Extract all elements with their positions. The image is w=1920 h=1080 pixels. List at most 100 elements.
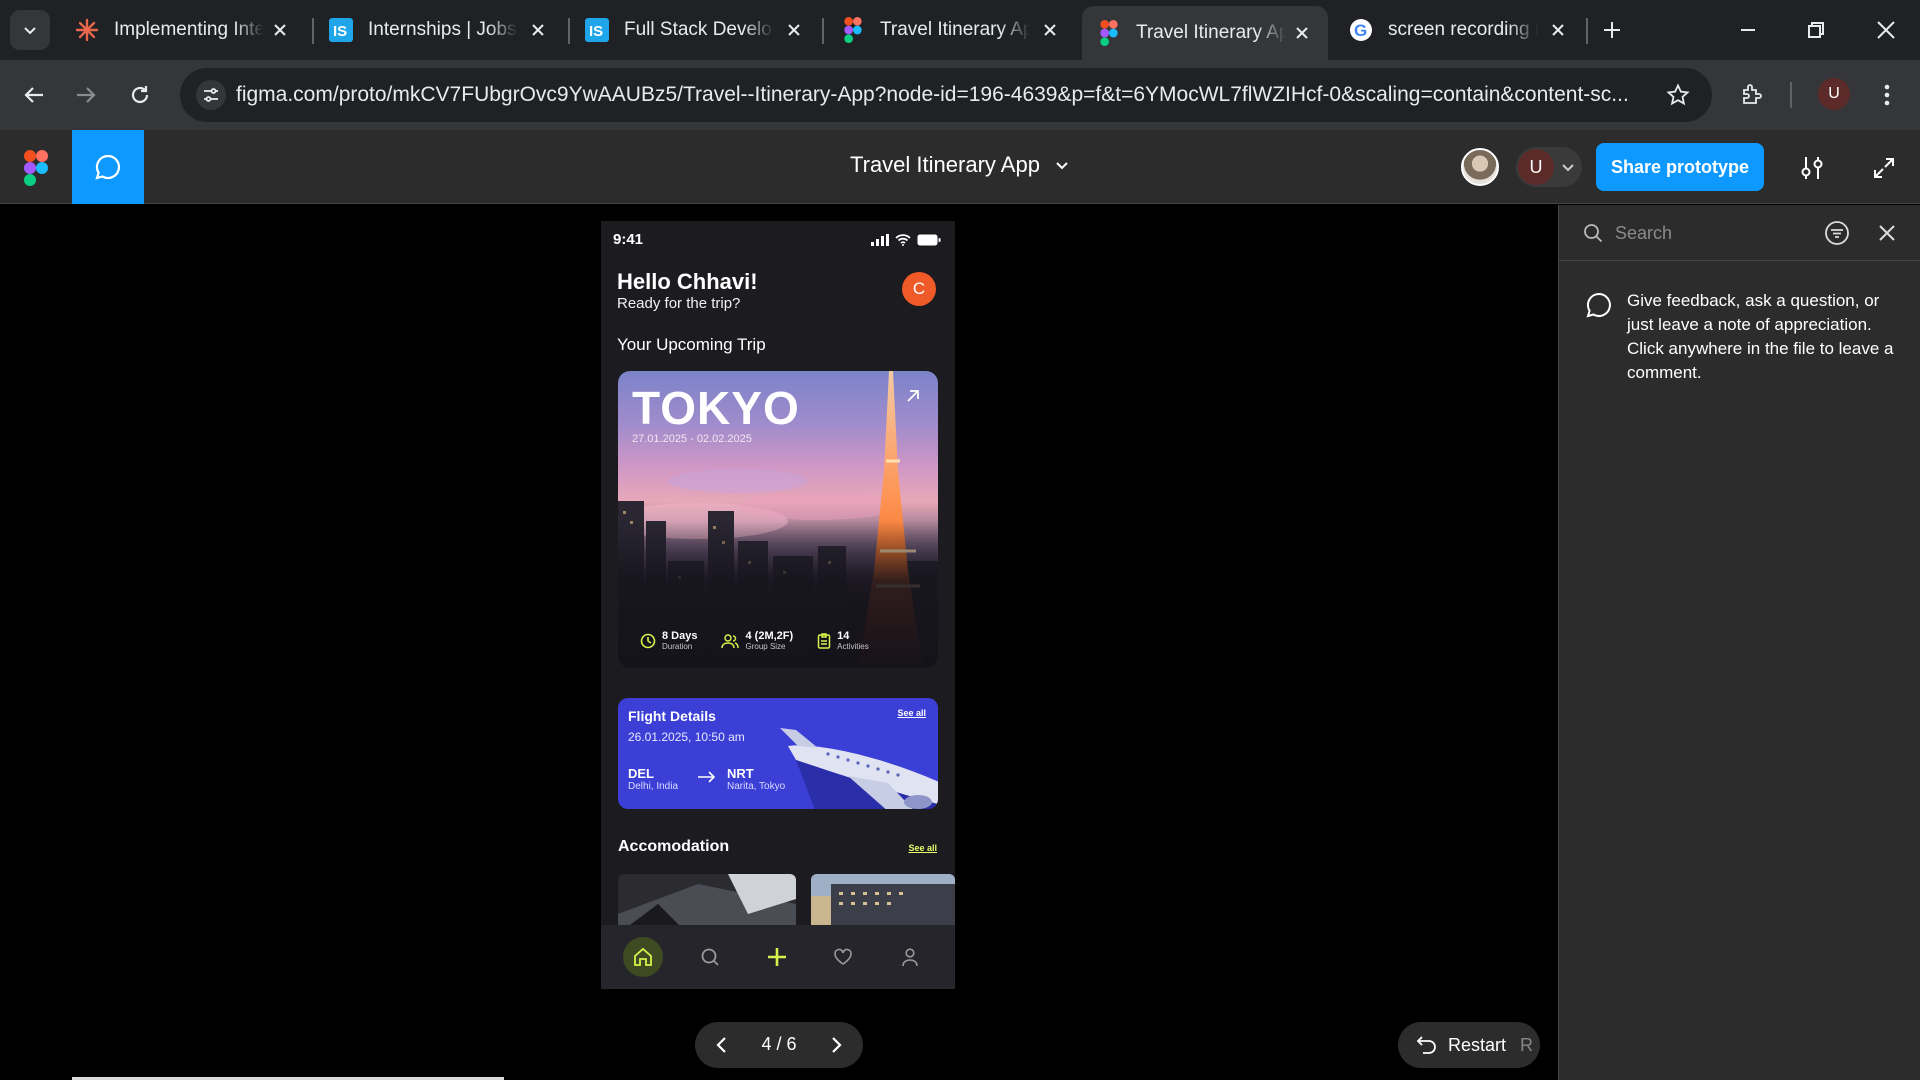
restore-button[interactable]	[1792, 10, 1840, 50]
wifi-icon	[895, 234, 911, 246]
filter-comments-icon[interactable]	[1821, 217, 1853, 249]
search-icon	[1584, 224, 1603, 243]
accommodation-see-all-link[interactable]: See all	[908, 843, 937, 853]
comments-empty-hint: Give feedback, ask a question, or just l…	[1627, 291, 1894, 382]
phone-frame[interactable]: 9:41 Hello Chhavi! Ready for the trip? C…	[601, 221, 955, 989]
forward-button[interactable]	[66, 75, 106, 115]
extensions-puzzle-icon[interactable]	[1734, 77, 1770, 113]
nav-add-button[interactable]	[757, 937, 797, 977]
tab-title: Full Stack Develop	[624, 19, 774, 40]
status-time: 9:41	[613, 231, 644, 248]
flight-see-all-link[interactable]: See all	[897, 708, 926, 718]
figma-prototype-toolbar: Travel Itinerary App U Share prototype	[0, 130, 1920, 204]
new-tab-button[interactable]	[1588, 10, 1636, 50]
airplane-image	[780, 728, 938, 809]
file-title: Travel Itinerary App	[850, 152, 1040, 177]
stat-label: Activities	[837, 642, 869, 651]
nav-favorites-button[interactable]	[823, 937, 863, 977]
browser-tab-2[interactable]: IS Internships | Jobs |	[314, 8, 564, 52]
prototype-settings-icon[interactable]	[1794, 150, 1830, 186]
tab-title: screen recording ir	[1388, 19, 1538, 40]
comment-mode-button[interactable]	[72, 130, 144, 204]
arrow-right-icon	[698, 771, 716, 783]
trip-dates: 27.01.2025 - 02.02.2025	[632, 433, 752, 445]
stat-value: 8 Days	[662, 630, 698, 642]
collaborator-avatar[interactable]	[1461, 148, 1499, 186]
next-frame-button[interactable]	[821, 1030, 851, 1060]
address-bar[interactable]: figma.com/proto/mkCV7FUbgrOvc9YwAAUBz5/T…	[180, 68, 1712, 122]
close-tab-icon[interactable]	[268, 18, 292, 42]
close-tab-icon[interactable]	[782, 18, 806, 42]
chevron-down-icon	[1562, 164, 1574, 172]
search-icon	[701, 948, 719, 966]
upcoming-trip-card[interactable]: TOKYO 27.01.2025 - 02.02.2025 8 Days Dura…	[618, 371, 938, 668]
close-window-button[interactable]	[1862, 10, 1910, 50]
browser-tab-1[interactable]: Implementing Inte	[60, 8, 306, 52]
restart-label: Restart	[1448, 1034, 1507, 1055]
figma-icon	[1096, 20, 1122, 46]
stat-label: Duration	[662, 642, 693, 651]
comments-search-bar	[1559, 205, 1920, 261]
profile-avatar[interactable]: C	[902, 272, 936, 306]
browser-tab-6[interactable]: G screen recording ir	[1334, 8, 1584, 52]
greeting-block: Hello Chhavi! Ready for the trip?	[617, 269, 758, 312]
internshala-icon: IS	[328, 17, 354, 43]
restart-shortcut: R	[1520, 1034, 1534, 1055]
close-tab-icon[interactable]	[1038, 18, 1062, 42]
comments-panel: Give feedback, ask a question, or just l…	[1558, 205, 1920, 1080]
reload-icon	[131, 86, 149, 104]
figma-logo-icon[interactable]	[22, 150, 50, 186]
comment-bubble-icon	[95, 154, 120, 180]
back-button[interactable]	[14, 75, 54, 115]
close-tab-icon[interactable]	[526, 18, 550, 42]
expand-fullscreen-icon[interactable]	[1866, 150, 1902, 186]
greeting-title: Hello Chhavi!	[617, 269, 758, 294]
close-tab-icon[interactable]	[1546, 18, 1570, 42]
browser-toolbar: figma.com/proto/mkCV7FUbgrOvc9YwAAUBz5/T…	[0, 60, 1920, 130]
chevron-right-icon	[832, 1037, 842, 1053]
close-tab-icon[interactable]	[1290, 21, 1314, 45]
nav-search-button[interactable]	[690, 937, 730, 977]
restart-button[interactable]: Restart R	[1398, 1022, 1540, 1068]
restore-icon	[1808, 22, 1824, 38]
share-prototype-button[interactable]: Share prototype	[1596, 143, 1764, 191]
profile-avatar[interactable]: U	[1818, 78, 1850, 110]
plus-icon	[768, 948, 786, 966]
heart-icon	[834, 948, 852, 965]
file-title-dropdown[interactable]: Travel Itinerary App	[850, 152, 1070, 178]
stat-value: 4 (2M,2F)	[745, 630, 794, 642]
nav-home-button[interactable]	[623, 937, 663, 977]
close-panel-icon[interactable]	[1871, 217, 1903, 249]
site-settings-icon[interactable]	[196, 80, 226, 110]
browser-tab-3[interactable]: IS Full Stack Develop	[570, 8, 820, 52]
clipboard-icon	[817, 633, 831, 649]
flight-details-card[interactable]: Flight Details See all 26.01.2025, 10:50…	[618, 698, 938, 809]
browser-tab-5-active[interactable]: Travel Itinerary App	[1082, 6, 1328, 60]
browser-tab-bar: Implementing Inte IS Internships | Jobs …	[0, 0, 1920, 60]
minimize-icon	[1741, 29, 1755, 31]
minimize-button[interactable]	[1724, 10, 1772, 50]
bottom-navigation	[601, 925, 955, 989]
nav-profile-button[interactable]	[890, 937, 930, 977]
arrow-up-right-icon[interactable]	[906, 389, 920, 403]
tab-divider	[822, 18, 824, 44]
bookmark-star-icon[interactable]	[1664, 81, 1692, 109]
stat-duration: 8 Days Duration	[640, 631, 697, 651]
destination-city: Narita, Tokyo	[727, 781, 786, 792]
flight-datetime: 26.01.2025, 10:50 am	[628, 730, 745, 744]
frame-pager: 4 / 6	[695, 1022, 863, 1068]
browser-tab-4[interactable]: Travel Itinerary App	[826, 8, 1076, 52]
kebab-menu-icon[interactable]	[1872, 77, 1902, 113]
plus-icon	[1604, 22, 1620, 38]
flight-title: Flight Details	[628, 708, 716, 724]
arrow-left-icon	[24, 87, 43, 103]
user-menu[interactable]: U	[1516, 147, 1582, 187]
tab-search-button[interactable]	[10, 10, 50, 50]
toolbar-divider	[1790, 82, 1792, 108]
reload-button[interactable]	[120, 75, 160, 115]
comment-bubble-icon	[1586, 292, 1611, 318]
close-icon	[1877, 21, 1895, 39]
comments-search-input[interactable]	[1615, 219, 1815, 247]
group-icon	[721, 634, 740, 649]
arrow-right-icon	[77, 87, 96, 103]
